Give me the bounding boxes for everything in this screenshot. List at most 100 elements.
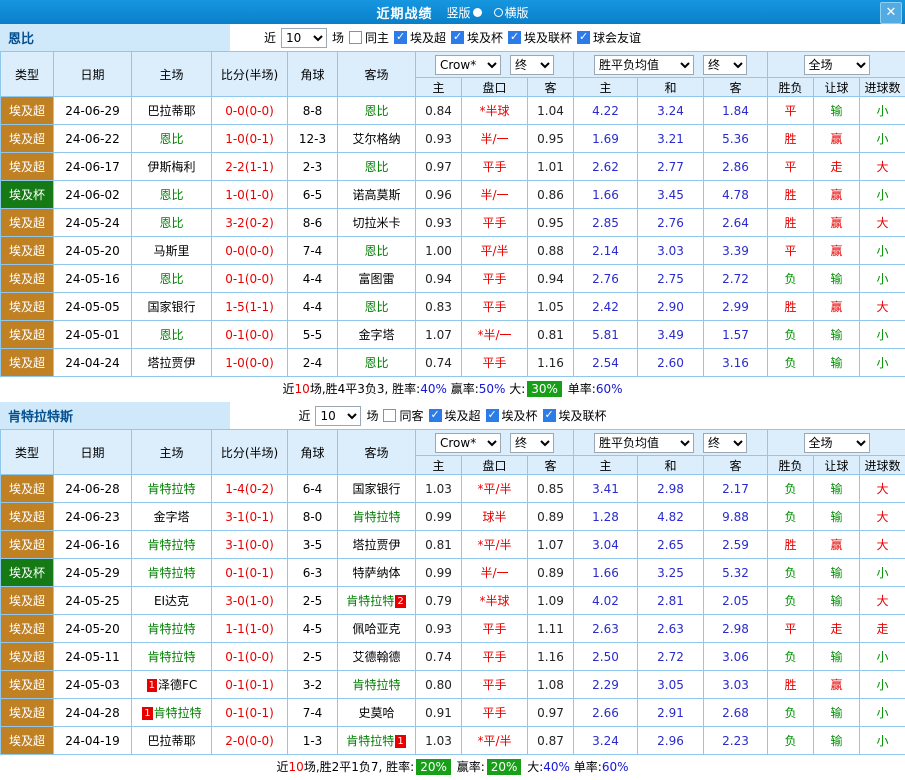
euro-away-odds-cell: 3.39 [704, 237, 768, 265]
euro-home-odds-cell: 2.85 [574, 209, 638, 237]
asian-away-odds-cell: 0.81 [528, 321, 574, 349]
euro-home-odds-cell: 1.66 [574, 181, 638, 209]
league-filter[interactable]: 球会友谊 [577, 29, 641, 46]
handicap-cell: 半/一 [462, 559, 528, 587]
same-venue-label: 同主 [365, 29, 389, 46]
col-goals: 进球数 [860, 78, 905, 97]
handicap-cell: *平/半 [462, 475, 528, 503]
euro-stage-select[interactable]: 终 [703, 433, 747, 453]
euro-away-odds-cell: 5.32 [704, 559, 768, 587]
section-header-bar: 肯特拉特斯 近 10 场 同客 埃及超埃及杯埃及联杯 [0, 402, 905, 429]
filter-bar: 近 10 场 同主 埃及超埃及杯埃及联杯球会友谊 [264, 28, 641, 48]
euro-odds-select[interactable]: 胜平负均值 [594, 433, 694, 453]
title-bar: 近期战绩 竖版 横版 ✕ [0, 0, 905, 24]
checkbox-icon[interactable] [451, 31, 464, 44]
col-asian-home: 主 [416, 78, 462, 97]
euro-away-odds-cell: 9.88 [704, 503, 768, 531]
bookmaker-select[interactable]: Crow* [435, 433, 501, 453]
home-team-name: 恩比 [159, 188, 183, 202]
scope-select[interactable]: 全场 [804, 433, 870, 453]
cover-cell: 输 [814, 559, 860, 587]
corner-cell: 4-5 [288, 615, 338, 643]
euro-draw-odds-cell: 2.65 [638, 531, 704, 559]
asian-home-odds-cell: 0.80 [416, 671, 462, 699]
odds-stage-select[interactable]: 终 [510, 55, 554, 75]
date-cell: 24-04-24 [54, 349, 132, 377]
corner-cell: 2-3 [288, 153, 338, 181]
same-venue-filter[interactable]: 同客 [383, 407, 423, 424]
euro-away-odds-cell: 2.17 [704, 475, 768, 503]
checkbox-icon[interactable] [577, 31, 590, 44]
scope-select[interactable]: 全场 [804, 55, 870, 75]
close-button[interactable]: ✕ [880, 2, 902, 24]
away-team-name: 富图雷 [358, 272, 394, 286]
league-filter[interactable]: 埃及联杯 [543, 407, 607, 424]
league-filter[interactable]: 埃及杯 [451, 29, 503, 46]
goals-cell: 小 [860, 699, 905, 727]
league-filter[interactable]: 埃及杯 [486, 407, 538, 424]
away-team-name: 诺高莫斯 [352, 188, 400, 202]
asian-home-odds-cell: 0.83 [416, 293, 462, 321]
league-filter[interactable]: 埃及超 [429, 407, 481, 424]
layout-option-vertical[interactable]: 竖版 [446, 4, 481, 21]
result-cell: 负 [768, 727, 814, 755]
col-asian-home: 主 [416, 456, 462, 475]
team-section-1: 恩比 近 10 场 同主 埃及超埃及杯埃及联杯球会友谊 类型 日期 主场 比分(… [0, 24, 905, 402]
home-team-cell: 1泽德FC [132, 671, 212, 699]
home-team-name: 恩比 [159, 216, 183, 230]
euro-draw-odds-cell: 3.21 [638, 125, 704, 153]
goals-cell: 走 [860, 615, 905, 643]
goals-cell: 小 [860, 97, 905, 125]
asian-home-odds-cell: 0.93 [416, 209, 462, 237]
cover-cell: 输 [814, 265, 860, 293]
match-count-select[interactable]: 10 [315, 406, 361, 426]
score-cell: 1-4(0-2) [212, 475, 288, 503]
score-cell: 0-0(0-0) [212, 237, 288, 265]
asian-away-odds-cell: 0.94 [528, 265, 574, 293]
col-asian-away: 客 [528, 456, 574, 475]
date-cell: 24-06-23 [54, 503, 132, 531]
away-team-name: 史莫哈 [358, 706, 394, 720]
league-filter[interactable]: 埃及联杯 [508, 29, 572, 46]
home-team-name: 马斯里 [153, 244, 189, 258]
euro-home-odds-cell: 3.24 [574, 727, 638, 755]
match-row: 埃及超24-04-281肯特拉特0-1(0-1)7-4史莫哈0.91平手0.97… [1, 699, 905, 727]
col-type: 类型 [1, 430, 54, 475]
home-team-cell: 恩比 [132, 209, 212, 237]
checkbox-icon[interactable] [508, 31, 521, 44]
asian-home-odds-cell: 0.99 [416, 559, 462, 587]
radio-selected-icon[interactable] [473, 8, 482, 17]
away-team-cell: 金字塔 [338, 321, 416, 349]
checkbox-icon[interactable] [383, 409, 396, 422]
checkbox-icon[interactable] [543, 409, 556, 422]
score-cell: 1-0(1-0) [212, 181, 288, 209]
radio-unselected-icon[interactable] [494, 8, 503, 17]
checkbox-icon[interactable] [349, 31, 362, 44]
corner-cell: 8-8 [288, 97, 338, 125]
home-team-name: 恩比 [159, 272, 183, 286]
result-cell: 负 [768, 587, 814, 615]
handicap-cell: 半/一 [462, 181, 528, 209]
bookmaker-select[interactable]: Crow* [435, 55, 501, 75]
score-cell: 3-1(0-1) [212, 503, 288, 531]
asian-home-odds-cell: 0.79 [416, 587, 462, 615]
same-venue-filter[interactable]: 同主 [349, 29, 389, 46]
euro-away-odds-cell: 2.86 [704, 153, 768, 181]
corner-cell: 2-5 [288, 587, 338, 615]
checkbox-icon[interactable] [486, 409, 499, 422]
euro-odds-select[interactable]: 胜平负均值 [594, 55, 694, 75]
checkbox-icon[interactable] [429, 409, 442, 422]
euro-draw-odds-cell: 3.25 [638, 559, 704, 587]
score-cell: 1-0(0-1) [212, 125, 288, 153]
checkbox-icon[interactable] [394, 31, 407, 44]
euro-away-odds-cell: 2.64 [704, 209, 768, 237]
layout-option-horizontal[interactable]: 横版 [494, 4, 529, 21]
league-label: 埃及超 [410, 29, 446, 46]
euro-home-odds-cell: 1.66 [574, 559, 638, 587]
euro-home-odds-cell: 3.41 [574, 475, 638, 503]
date-cell: 24-06-17 [54, 153, 132, 181]
match-count-select[interactable]: 10 [281, 28, 327, 48]
league-filter[interactable]: 埃及超 [394, 29, 446, 46]
euro-stage-select[interactable]: 终 [703, 55, 747, 75]
odds-stage-select[interactable]: 终 [510, 433, 554, 453]
